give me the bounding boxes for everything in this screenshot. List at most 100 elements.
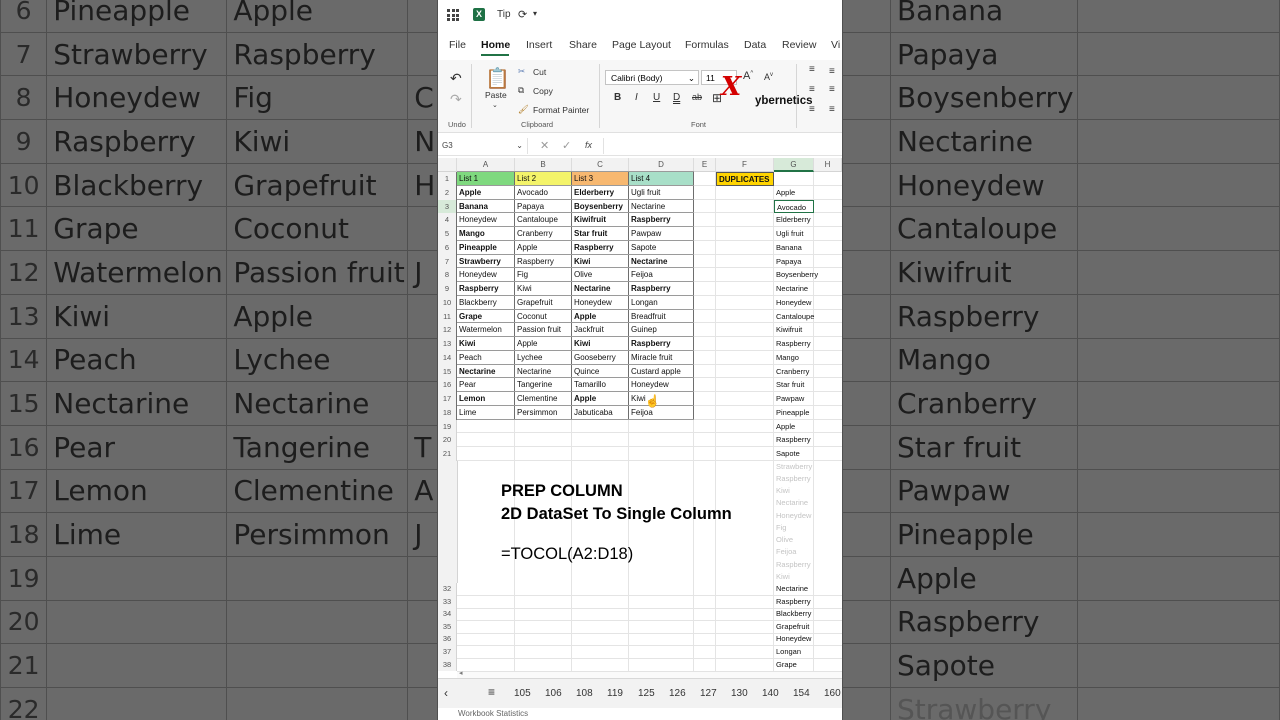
table-cell[interactable]: Honeydew — [457, 213, 515, 227]
table-cell[interactable]: Persimmon — [515, 406, 572, 420]
table-cell[interactable]: Lychee — [515, 351, 572, 365]
outdent-icon[interactable]: ≡ — [829, 104, 835, 115]
table-cell[interactable]: Lime — [457, 406, 515, 420]
table-cell[interactable]: Kiwi — [457, 337, 515, 351]
table-cell[interactable]: Honeydew — [457, 268, 515, 282]
format-painter-label[interactable]: Format Painter — [533, 105, 589, 115]
row-header[interactable]: 32 — [438, 583, 457, 596]
previous-sheet-icon[interactable]: ‹ — [444, 686, 448, 700]
row-header[interactable]: 8 — [438, 268, 457, 282]
g-column-cell[interactable]: Longan — [774, 646, 842, 659]
table-cell[interactable]: Banana — [457, 200, 515, 214]
row-header[interactable]: 33 — [438, 595, 457, 609]
table-cell[interactable]: Raspberry — [457, 282, 515, 296]
table-cell[interactable]: Longan — [629, 296, 694, 310]
g-column-cell[interactable]: Sapote — [774, 447, 842, 461]
table-cell[interactable]: Apple — [457, 186, 515, 200]
underline-button[interactable]: U — [653, 92, 660, 103]
table-cell[interactable]: Quince — [572, 365, 629, 379]
sheet-tab[interactable]: 127 — [700, 688, 717, 699]
row-header[interactable]: 18 — [438, 405, 457, 420]
table-cell[interactable]: Peach — [457, 351, 515, 365]
table-cell[interactable]: Nectarine — [629, 200, 694, 214]
table-cell[interactable]: Honeydew — [629, 378, 694, 392]
align-top-icon[interactable]: ≡ — [809, 64, 815, 75]
table-cell[interactable]: Raspberry — [629, 282, 694, 296]
g-column-cell[interactable]: Pineapple — [774, 406, 842, 420]
italic-button[interactable]: I — [635, 92, 638, 103]
tab-home[interactable]: Home — [481, 39, 510, 51]
table-cell[interactable]: Coconut — [515, 310, 572, 324]
table-cell[interactable]: Avocado — [515, 186, 572, 200]
grow-font-icon[interactable]: A^ — [743, 70, 753, 82]
sheet-tab[interactable]: 154 — [793, 688, 810, 699]
table-cell[interactable]: Nectarine — [515, 365, 572, 379]
column-header-h[interactable]: H — [814, 158, 842, 172]
table-cell[interactable]: Jackfruit — [572, 323, 629, 337]
table-cell[interactable]: Nectarine — [457, 365, 515, 379]
table-cell[interactable]: Star fruit — [572, 227, 629, 241]
g-column-cell[interactable]: Apple — [774, 420, 842, 434]
row-header[interactable]: 4 — [438, 213, 457, 227]
format-painter-icon[interactable]: 🖌 — [518, 104, 529, 115]
g-column-cell[interactable]: Honeydew — [774, 296, 842, 310]
tab-insert[interactable]: Insert — [526, 39, 552, 51]
cut-icon[interactable]: ✂ — [518, 66, 525, 77]
column-header-f[interactable]: F — [716, 158, 774, 172]
table-cell[interactable]: Jabuticaba — [572, 406, 629, 420]
sheet-tab[interactable]: 106 — [545, 688, 562, 699]
row-header[interactable]: 38 — [438, 658, 457, 671]
tab-page-layout[interactable]: Page Layout — [612, 39, 671, 51]
table-cell[interactable]: Tangerine — [515, 378, 572, 392]
sheet-tab[interactable]: 126 — [669, 688, 686, 699]
row-header[interactable]: 15 — [438, 364, 457, 379]
table-cell[interactable]: Feijoa — [629, 406, 694, 420]
g-column-cell[interactable]: Banana — [774, 241, 842, 255]
table-cell[interactable]: Nectarine — [572, 282, 629, 296]
row-header[interactable]: 20 — [438, 433, 457, 447]
g-column-cell[interactable]: Boysenberry — [774, 268, 842, 282]
sheet-tab[interactable]: 130 — [731, 688, 748, 699]
table-cell[interactable]: Apple — [572, 392, 629, 406]
row-header[interactable]: 6 — [438, 240, 457, 255]
g-column-cell[interactable]: Nectarine — [774, 282, 842, 296]
row-header[interactable]: 3 — [438, 199, 457, 214]
duplicates-header[interactable]: DUPLICATES — [716, 172, 774, 186]
row-header[interactable]: 21 — [438, 447, 457, 461]
column-header-c[interactable]: C — [572, 158, 629, 172]
row-header[interactable]: 9 — [438, 282, 457, 296]
paste-chevron-icon[interactable]: ⌄ — [492, 101, 498, 109]
table-cell[interactable]: Pineapple — [457, 241, 515, 255]
table-cell[interactable]: Kiwifruit — [572, 213, 629, 227]
table-cell[interactable]: Kiwi — [572, 255, 629, 269]
align-left-icon[interactable]: ≡ — [809, 84, 815, 95]
table-cell[interactable]: Tamarillo — [572, 378, 629, 392]
row-header[interactable]: 37 — [438, 646, 457, 659]
table-cell[interactable]: Sapote — [629, 241, 694, 255]
row-header[interactable]: 12 — [438, 323, 457, 337]
g-column-cell[interactable]: Raspberry — [774, 337, 842, 351]
table-cell[interactable]: Pawpaw — [629, 227, 694, 241]
tab-review[interactable]: Review — [782, 39, 816, 51]
table-cell[interactable]: Papaya — [515, 200, 572, 214]
document-title[interactable]: Tip — [497, 9, 511, 20]
table-cell[interactable]: Clementine — [515, 392, 572, 406]
table-cell[interactable]: Raspberry — [572, 241, 629, 255]
table-header-cell[interactable]: List 1 — [457, 172, 515, 186]
table-cell[interactable]: Elderberry — [572, 186, 629, 200]
app-launcher-icon[interactable] — [447, 9, 459, 21]
table-cell[interactable]: Fig — [515, 268, 572, 282]
g-column-cell[interactable]: Kiwifruit — [774, 323, 842, 337]
g-column-cell[interactable]: Cranberry — [774, 365, 842, 379]
tab-share[interactable]: Share — [569, 39, 597, 51]
paste-icon[interactable]: 📋 — [485, 66, 510, 91]
bold-button[interactable]: B — [614, 92, 621, 103]
enter-icon[interactable]: ✓ — [562, 139, 571, 152]
g-column-cell[interactable]: Papaya — [774, 255, 842, 269]
sheet-tab[interactable]: 108 — [576, 688, 593, 699]
copy-label[interactable]: Copy — [533, 86, 553, 96]
paste-label[interactable]: Paste — [485, 90, 507, 100]
g-column-cell[interactable]: Elderberry — [774, 213, 842, 227]
table-cell[interactable]: Gooseberry — [572, 351, 629, 365]
scroll-left-icon[interactable]: ◂ — [459, 669, 463, 677]
